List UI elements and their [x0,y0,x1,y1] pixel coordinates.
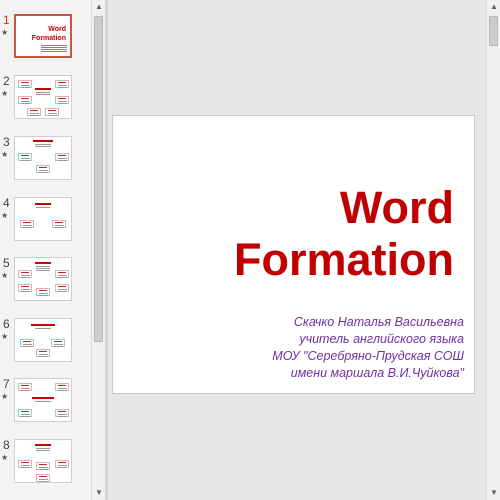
slide-number: 6 [3,317,10,331]
slide-thumbnail-pane: 1 ★ Word Formation 2 ★ 3 ★ 4 ★ 5 ★ 6 ★ 7… [0,0,92,500]
animation-star-icon: ★ [1,392,9,401]
slide-thumbnail-3[interactable]: 3 ★ [0,135,92,188]
thumbnail-pane-scrollbar[interactable]: ▲ ▼ [91,0,105,500]
scroll-down-arrow-icon[interactable]: ▼ [93,486,105,500]
scroll-down-arrow-icon[interactable]: ▼ [488,486,500,500]
slide-thumbnail-7[interactable]: 7 ★ [0,377,92,430]
pane-splitter[interactable] [105,0,108,500]
slide-preview [14,439,72,483]
scrollbar-thumb[interactable] [94,16,103,342]
slide-title[interactable]: Word Formation [234,182,454,286]
title-line: Word [339,182,454,233]
slide-preview [14,378,72,422]
slide-number: 1 [3,13,10,27]
slide-thumbnail-6[interactable]: 6 ★ [0,317,92,370]
slide-number: 2 [3,74,10,88]
animation-star-icon: ★ [1,28,9,37]
slide-thumbnail-1[interactable]: 1 ★ Word Formation [0,13,92,66]
subtitle-line: учитель английского языка [299,332,464,346]
slide-preview: Word Formation [14,14,72,58]
slide-number: 4 [3,196,10,210]
mini-title-line: Word [48,26,66,33]
slide-thumbnail-2[interactable]: 2 ★ [0,74,92,127]
animation-star-icon: ★ [1,453,9,462]
slide-subtitle[interactable]: Скачко Наталья Васильевна учитель англий… [272,314,464,382]
slide-number: 3 [3,135,10,149]
animation-star-icon: ★ [1,150,9,159]
mini-title-line: Formation [31,35,66,42]
slide-canvas[interactable]: Word Formation Скачко Наталья Васильевна… [112,115,475,394]
mini-subtitle-lines [41,45,67,46]
animation-star-icon: ★ [1,271,9,280]
slide-number: 8 [3,438,10,452]
slide-preview [14,75,72,119]
subtitle-line: МОУ "Серебряно-Прудская СОШ [272,349,464,363]
title-line: Formation [234,234,454,285]
scrollbar-thumb[interactable] [489,16,498,46]
slide-preview [14,318,72,362]
scroll-up-arrow-icon[interactable]: ▲ [93,0,105,14]
animation-star-icon: ★ [1,89,9,98]
slide-number: 7 [3,377,10,391]
animation-star-icon: ★ [1,332,9,341]
slide-thumbnail-8[interactable]: 8 ★ [0,438,92,491]
slide-thumbnail-5[interactable]: 5 ★ [0,256,92,309]
subtitle-line: Скачко Наталья Васильевна [293,315,464,329]
slide-number: 5 [3,256,10,270]
slide-preview [14,197,72,241]
scroll-up-arrow-icon[interactable]: ▲ [488,0,500,14]
subtitle-line: имени маршала В.И.Чуйкова" [290,366,464,380]
slide-preview [14,257,72,301]
slide-preview [14,136,72,180]
animation-star-icon: ★ [1,211,9,220]
slide-area-scrollbar[interactable]: ▲ ▼ [486,0,500,500]
slide-thumbnail-4[interactable]: 4 ★ [0,196,92,249]
